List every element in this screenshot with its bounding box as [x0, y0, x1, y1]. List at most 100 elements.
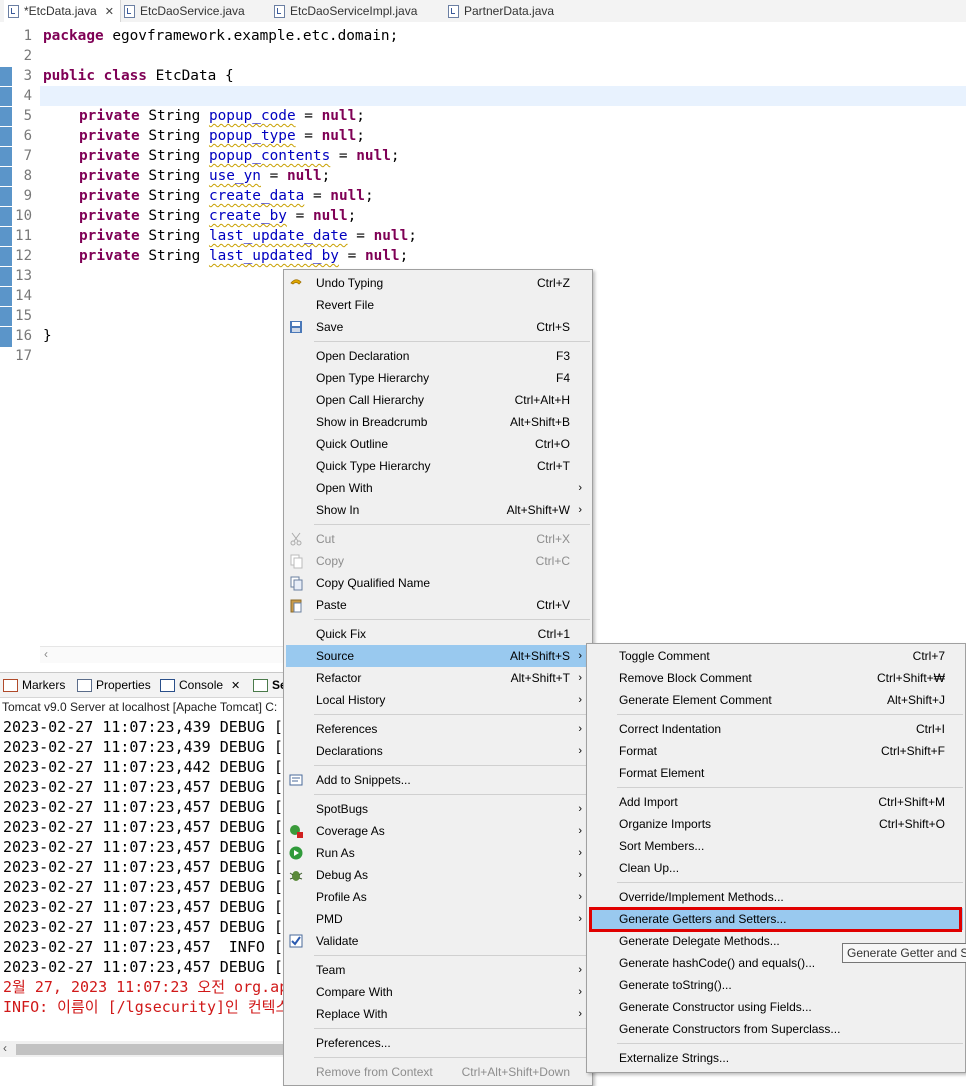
code-operator: = — [295, 128, 322, 144]
menu-item-label: Toggle Comment — [619, 649, 710, 663]
change-marker — [0, 86, 12, 107]
menu-item-override-implement-methods[interactable]: Override/Implement Methods... — [589, 886, 963, 908]
menu-item-declarations[interactable]: Declarations › — [286, 740, 590, 762]
menu-item-cut: Cut Ctrl+X — [286, 528, 590, 550]
menu-item-references[interactable]: References › — [286, 718, 590, 740]
chevron-right-icon: › — [578, 723, 582, 735]
menu-item-format[interactable]: Format Ctrl+Shift+F — [589, 740, 963, 762]
code-operator: = — [260, 168, 287, 184]
change-marker — [0, 66, 12, 87]
menu-item-label: Compare With — [316, 985, 393, 999]
menu-item-shortcut: Ctrl+Alt+Shift+Down — [461, 1065, 570, 1079]
code-text: EtcData { — [146, 68, 234, 84]
menu-item-externalize-strings[interactable]: Externalize Strings... — [589, 1047, 963, 1069]
editor-tab[interactable]: PartnerData.java — [448, 0, 554, 22]
panel-tab[interactable]: Se — [253, 673, 287, 697]
menu-item-generate-tostring[interactable]: Generate toString()... — [589, 974, 963, 996]
panel-tab[interactable]: Markers — [3, 673, 65, 697]
scroll-left-arrow-icon[interactable]: ‹ — [3, 1041, 7, 1055]
menu-item-label: Paste — [316, 598, 347, 612]
console-line: 2023-02-27 11:07:23,439 DEBUG [ — [3, 718, 283, 736]
scrollbar-thumb[interactable] — [16, 1044, 286, 1055]
menu-item-copy-qualified-name[interactable]: Copy Qualified Name — [286, 572, 590, 594]
scroll-left-arrow-icon[interactable]: ‹ — [44, 647, 48, 661]
menu-item-label: Quick Type Hierarchy — [316, 459, 431, 473]
menu-item-save[interactable]: Save Ctrl+S — [286, 316, 590, 338]
menu-item-quick-fix[interactable]: Quick Fix Ctrl+1 — [286, 623, 590, 645]
console-icon — [160, 678, 175, 692]
line-number: 3 — [23, 68, 32, 84]
code-operator: = — [295, 108, 322, 124]
menu-item-generate-element-comment[interactable]: Generate Element Comment Alt+Shift+J — [589, 689, 963, 711]
menu-item-team[interactable]: Team › — [286, 959, 590, 981]
menu-item-quick-outline[interactable]: Quick Outline Ctrl+O — [286, 433, 590, 455]
menu-item-correct-indentation[interactable]: Correct Indentation Ctrl+I — [589, 718, 963, 740]
menu-item-shortcut: Ctrl+7 — [912, 649, 945, 663]
console-line: 2023-02-27 11:07:23,439 DEBUG [ — [3, 738, 283, 756]
menu-item-label: Clean Up... — [619, 861, 680, 875]
menu-item-open-with[interactable]: Open With › — [286, 477, 590, 499]
menu-item-generate-constructor-using-fields[interactable]: Generate Constructor using Fields... — [589, 996, 963, 1018]
menu-item-preferences[interactable]: Preferences... — [286, 1032, 590, 1054]
menu-item-open-declaration[interactable]: Open Declaration F3 — [286, 345, 590, 367]
menu-item-generate-constructors-from-superclass[interactable]: Generate Constructors from Superclass... — [589, 1018, 963, 1040]
editor-tab[interactable]: EtcDaoServiceImpl.java — [274, 0, 417, 22]
menu-item-shortcut: Ctrl+S — [536, 320, 570, 334]
menu-item-format-element[interactable]: Format Element — [589, 762, 963, 784]
code-type: String — [139, 148, 209, 164]
editor-tab[interactable]: EtcDaoService.java — [124, 0, 245, 22]
menu-item-undo-typing[interactable]: Undo Typing Ctrl+Z — [286, 272, 590, 294]
menu-item-remove-block-comment[interactable]: Remove Block Comment Ctrl+Shift+₩ — [589, 667, 963, 689]
menu-item-show-in-breadcrumb[interactable]: Show in Breadcrumb Alt+Shift+B — [286, 411, 590, 433]
panel-tab[interactable]: Console ✕ — [160, 673, 240, 697]
menu-item-replace-with[interactable]: Replace With › — [286, 1003, 590, 1025]
editor-tab-label: *EtcData.java — [24, 4, 97, 18]
code-semicolon: ; — [399, 248, 409, 264]
menu-item-refactor[interactable]: Refactor Alt+Shift+T › — [286, 667, 590, 689]
menu-item-revert-file[interactable]: Revert File — [286, 294, 590, 316]
menu-item-paste[interactable]: Paste Ctrl+V — [286, 594, 590, 616]
menu-item-show-in[interactable]: Show In Alt+Shift+W › — [286, 499, 590, 521]
menu-item-pmd[interactable]: PMD › — [286, 908, 590, 930]
menu-item-compare-with[interactable]: Compare With › — [286, 981, 590, 1003]
menu-item-label: Declarations — [316, 744, 383, 758]
menu-tooltip: Generate Getter and Setters — [842, 943, 966, 963]
close-icon[interactable]: ✕ — [231, 679, 240, 692]
code-type: String — [139, 128, 209, 144]
menu-item-local-history[interactable]: Local History › — [286, 689, 590, 711]
menu-item-open-call-hierarchy[interactable]: Open Call Hierarchy Ctrl+Alt+H — [286, 389, 590, 411]
menu-item-coverage-as[interactable]: Coverage As › — [286, 820, 590, 842]
chevron-right-icon: › — [578, 891, 582, 903]
menu-item-profile-as[interactable]: Profile As › — [286, 886, 590, 908]
chevron-right-icon: › — [578, 482, 582, 494]
menu-item-sort-members[interactable]: Sort Members... — [589, 835, 963, 857]
chevron-right-icon: › — [578, 964, 582, 976]
menu-item-spotbugs[interactable]: SpotBugs › — [286, 798, 590, 820]
menu-item-label: Open With — [316, 481, 373, 495]
code-type: String — [139, 208, 209, 224]
change-marker — [0, 306, 12, 327]
close-icon[interactable]: ✕ — [105, 5, 114, 18]
menu-item-validate[interactable]: Validate — [286, 930, 590, 952]
menu-item-run-as[interactable]: Run As › — [286, 842, 590, 864]
menu-item-label: Refactor — [316, 671, 362, 685]
code-keyword: null — [330, 188, 365, 204]
console-horizontal-scrollbar[interactable]: ‹ — [0, 1041, 290, 1057]
menu-item-open-type-hierarchy[interactable]: Open Type Hierarchy F4 — [286, 367, 590, 389]
menu-item-clean-up[interactable]: Clean Up... — [589, 857, 963, 879]
menu-item-add-to-snippets[interactable]: Add to Snippets... — [286, 769, 590, 791]
menu-item-quick-type-hierarchy[interactable]: Quick Type Hierarchy Ctrl+T — [286, 455, 590, 477]
code-keyword: private — [79, 148, 140, 164]
menu-item-toggle-comment[interactable]: Toggle Comment Ctrl+7 — [589, 645, 963, 667]
menu-item-debug-as[interactable]: Debug As › — [286, 864, 590, 886]
code-keyword: private — [79, 188, 140, 204]
menu-item-add-import[interactable]: Add Import Ctrl+Shift+M — [589, 791, 963, 813]
panel-tab[interactable]: Properties — [77, 673, 151, 697]
editor-tab[interactable]: *EtcData.java ✕ — [4, 0, 121, 22]
code-semicolon: ; — [356, 108, 365, 124]
console-line: INFO: 이름이 [/lgsecurity]인 컨텍스트를 — [3, 998, 317, 1016]
menu-item-source[interactable]: Source Alt+Shift+S › — [286, 645, 590, 667]
field-declaration: private String last_update_date = null; — [79, 226, 417, 246]
menu-item-organize-imports[interactable]: Organize Imports Ctrl+Shift+O — [589, 813, 963, 835]
code-keyword: private — [79, 208, 140, 224]
